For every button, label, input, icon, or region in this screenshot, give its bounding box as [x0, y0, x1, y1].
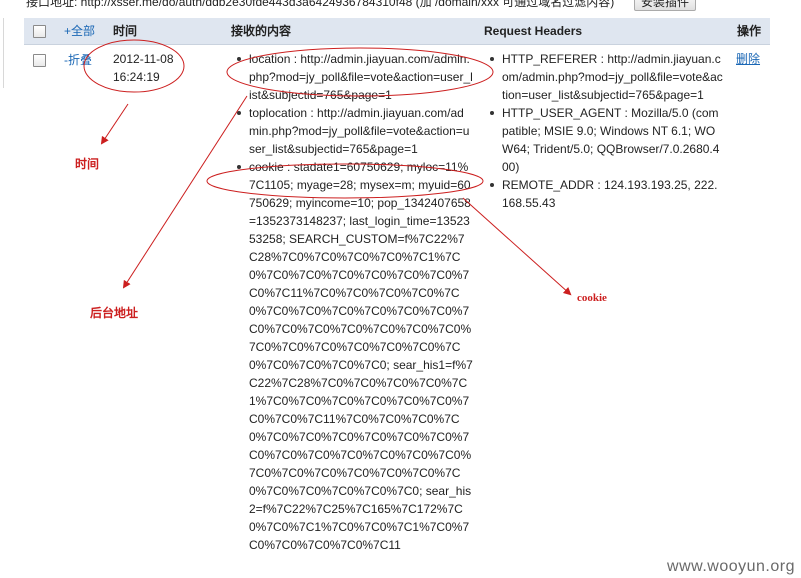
backend-arrow	[122, 95, 248, 289]
annotation-overlay	[83, 39, 572, 296]
annotation-backend: 后台地址	[90, 306, 139, 320]
cookie-arrow	[462, 197, 572, 296]
location-highlight-ellipse	[226, 47, 494, 97]
annotation-time: 时间	[75, 157, 100, 171]
watermark: www.wooyun.org	[667, 558, 795, 575]
cookie-highlight-ellipse	[206, 163, 484, 199]
annotation-cookie: cookie	[577, 292, 607, 304]
time-highlight-ellipse	[83, 39, 185, 93]
time-arrow	[100, 103, 129, 145]
